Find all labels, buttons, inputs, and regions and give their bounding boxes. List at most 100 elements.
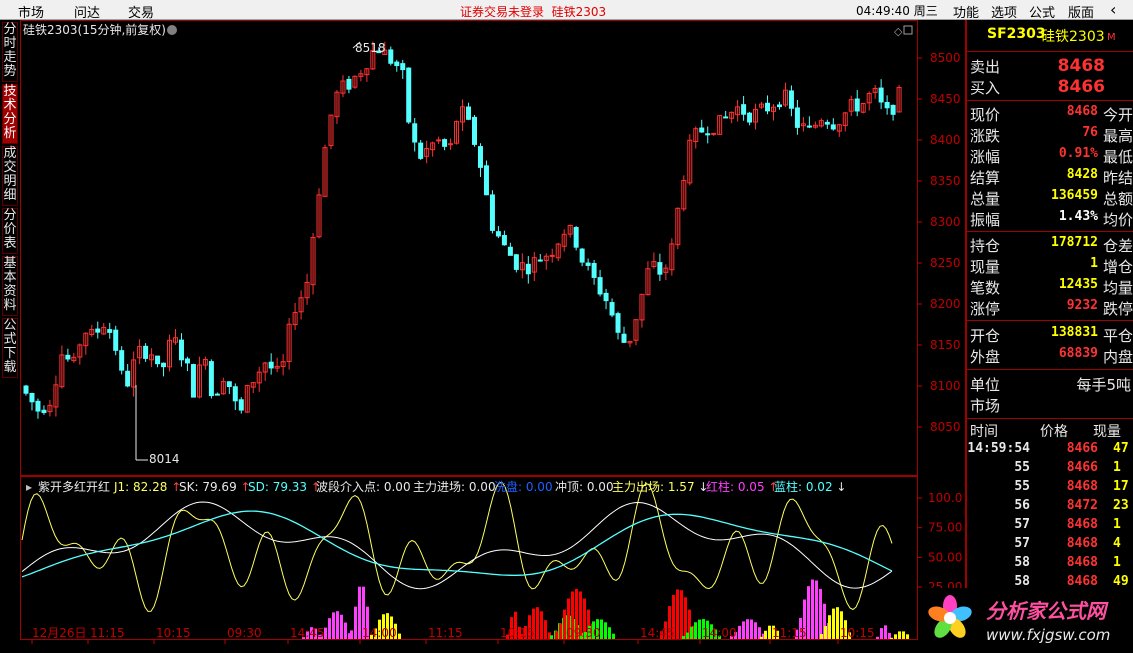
- quote-row-value: 136459: [1051, 188, 1098, 203]
- menu-layout[interactable]: 版面: [1068, 2, 1094, 21]
- down-arrow-icon: ↓: [836, 480, 846, 494]
- quote-row-value: 76: [1082, 125, 1098, 140]
- tick-volume: 49: [1113, 574, 1129, 589]
- candle-body: [119, 350, 125, 371]
- candle-body: [615, 313, 621, 333]
- quote-row: 笔数 12435 均量: [967, 277, 1133, 298]
- quote-row-right-label: 总额: [1102, 190, 1133, 208]
- quote-row-right-label: 最高: [1102, 127, 1133, 145]
- quote-row-label: 笔数: [970, 279, 1001, 297]
- buy-price: 8466: [1057, 77, 1105, 97]
- candle-body: [878, 87, 884, 103]
- quote-name: 硅铁2303: [1041, 29, 1105, 45]
- j1-line: [21, 481, 893, 612]
- tick-row: 55 8466 1: [967, 460, 1133, 479]
- divider: [967, 418, 1133, 419]
- current-symbol: 硅铁2303: [551, 5, 607, 19]
- login-notice[interactable]: 证券交易未登录 硅铁2303: [460, 3, 606, 20]
- tick-volume: 1: [1113, 555, 1121, 570]
- quote-row-value: 1: [1090, 256, 1098, 271]
- tab-intraday[interactable]: 分时走势: [2, 22, 18, 82]
- quote-row-value: 68839: [1058, 346, 1098, 361]
- tick-row: 57 8468 1: [967, 517, 1133, 536]
- tab-formula-download[interactable]: 公式下载: [2, 318, 18, 378]
- quote-row-label: 结算: [970, 169, 1001, 187]
- tick-time: 57: [1014, 536, 1030, 551]
- menu-function[interactable]: 功能: [953, 2, 979, 21]
- indicator-bar: [682, 635, 685, 639]
- indicator-bar: [902, 631, 905, 639]
- menu-formula[interactable]: 公式: [1029, 2, 1055, 21]
- diamond-icon[interactable]: ◇: [894, 25, 903, 38]
- quote-row: 涨幅 0.91% 最低: [967, 146, 1133, 167]
- tick-price: 8468: [1066, 574, 1098, 589]
- back-arrow-icon[interactable]: ‹: [1110, 0, 1116, 19]
- indicator-bar: [608, 627, 611, 639]
- quote-row-right-label: 今开: [1102, 106, 1133, 124]
- tab-trade-details[interactable]: 成交明细: [2, 146, 18, 206]
- indicator-bar: [604, 622, 607, 639]
- chart-area[interactable]: 8500 8450 8400 8350 8300 8250 8200 8150 8100 8050…: [20, 20, 965, 653]
- indicator-bar: [811, 579, 814, 639]
- candle-body: [113, 329, 119, 351]
- indicator-bar: [544, 620, 547, 639]
- indicator-bar: [876, 636, 879, 639]
- menu-market[interactable]: 市场: [18, 2, 44, 21]
- time-axis-label: 14:00: [702, 626, 737, 640]
- candle-body: [41, 409, 47, 414]
- candle-body: [155, 355, 161, 365]
- login-notice-text: 证券交易未登录: [460, 5, 545, 19]
- tab-price-table[interactable]: 分价表: [2, 208, 18, 254]
- indicator-bar: [738, 625, 741, 639]
- quote-row-right-label: 内盘: [1102, 348, 1133, 366]
- indicator-blue: 蓝柱: 0.02: [774, 479, 833, 494]
- candle-body: [513, 254, 519, 270]
- time-axis-label: 09:30: [566, 626, 601, 640]
- indicator-wash: 洗盘: 0.00: [494, 479, 553, 494]
- tick-volume: 4: [1113, 536, 1121, 551]
- price-axis-label: 8100: [930, 379, 961, 393]
- candle-body: [585, 262, 591, 266]
- menu-wenda[interactable]: 问达: [74, 2, 100, 21]
- indicator-bar: [884, 625, 887, 639]
- candle-body: [184, 358, 190, 364]
- chart-settings-icon[interactable]: [167, 25, 177, 35]
- flower-logo-icon: 分析家公式网 www.fxjgsw.com: [928, 595, 1110, 644]
- quote-row-label: 开仓: [970, 327, 1001, 345]
- candle-body: [776, 104, 782, 108]
- maximize-icon[interactable]: [903, 25, 913, 35]
- candle-body: [705, 133, 711, 136]
- candle-body: [830, 124, 836, 130]
- tick-volume: 23: [1113, 498, 1129, 513]
- quote-row-label: 涨停: [970, 300, 1001, 318]
- quote-row: 结算 8428 昨结: [967, 167, 1133, 188]
- tick-price: 8468: [1066, 517, 1098, 532]
- candle-body: [125, 370, 131, 387]
- indicator-collapse-icon[interactable]: ▸: [26, 480, 32, 494]
- menu-options[interactable]: 选项: [991, 2, 1017, 21]
- indicator-lines: [21, 481, 893, 612]
- tick-price: 8472: [1066, 498, 1098, 513]
- quote-row-right-label: 平仓: [1102, 327, 1133, 345]
- indicator-top: 冲顶: 0.00: [555, 479, 614, 494]
- menu-trade[interactable]: 交易: [128, 2, 154, 21]
- tick-time: 57: [1014, 517, 1030, 532]
- unit-row: 单位 每手5吨: [967, 374, 1133, 395]
- clock-weekday: 周三: [913, 4, 938, 18]
- quote-row: 涨跌 76 最高: [967, 125, 1133, 146]
- indicator-name: 紫开多红开红: [38, 479, 110, 494]
- candle-body: [226, 381, 232, 388]
- tick-row: 58 8468 1: [967, 555, 1133, 574]
- tick-volume: 17: [1113, 479, 1129, 494]
- candle-body: [388, 49, 394, 64]
- candle-body: [657, 262, 663, 275]
- tab-technical-analysis[interactable]: 技术分析: [2, 84, 18, 144]
- tick-time: 58: [1014, 555, 1030, 570]
- time-axis-label: 11:15: [428, 626, 463, 640]
- candle-body: [747, 112, 753, 123]
- indicator-bar: [836, 607, 839, 639]
- candle-body: [794, 107, 800, 128]
- tab-basic-info[interactable]: 基本资料: [2, 256, 18, 316]
- tick-volume: 1: [1113, 517, 1121, 532]
- candle-body: [232, 386, 238, 402]
